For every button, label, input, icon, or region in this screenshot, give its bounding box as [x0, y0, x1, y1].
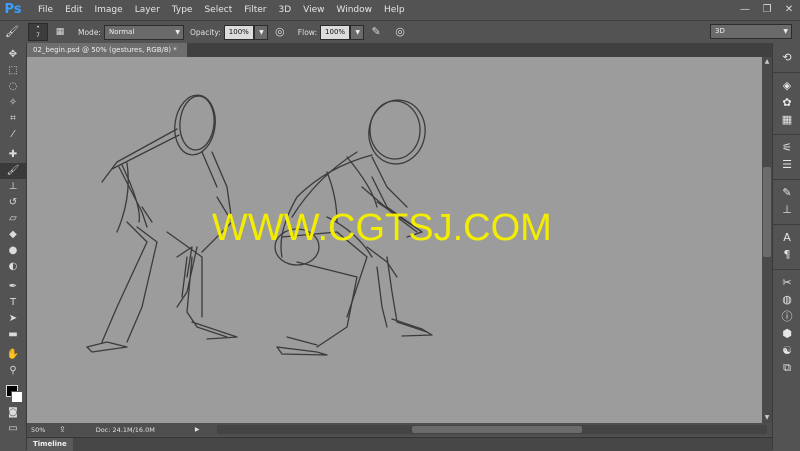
paragraph-icon[interactable]: ¶	[773, 246, 800, 263]
menu-view[interactable]: View	[297, 0, 330, 20]
flow-input[interactable]: 100%	[320, 24, 351, 40]
clone-source-icon[interactable]: ⊥	[773, 201, 800, 218]
document-tab[interactable]: 02_begin.psd @ 50% (gestures, RGB/8) *	[27, 43, 187, 57]
gradient-icon[interactable]: ◆	[0, 227, 26, 243]
airbrush-icon[interactable]: ✎	[368, 24, 384, 40]
eyedropper-icon[interactable]: ⁄	[0, 127, 26, 143]
tool-preset-brush-icon[interactable]: 🖌	[4, 24, 20, 40]
opacity-dropdown[interactable]: ▼	[253, 24, 268, 40]
dodge-icon[interactable]: ◐	[0, 259, 26, 275]
eraser-icon[interactable]: ▱	[0, 211, 26, 227]
character-icon[interactable]: A	[773, 229, 800, 246]
clone-stamp-icon[interactable]: ⊥	[0, 179, 26, 195]
swatches-icon[interactable]: ▦	[773, 111, 800, 128]
hand-icon[interactable]: ✋	[0, 347, 26, 363]
zoom-icon[interactable]: ⚲	[0, 363, 26, 379]
window-controls: — ❐ ✕	[734, 0, 800, 20]
color-swatches[interactable]	[0, 383, 26, 405]
magic-wand-icon[interactable]: ✧	[0, 95, 26, 111]
scroll-down-icon[interactable]: ▼	[762, 413, 772, 423]
brush-icon[interactable]: 🖌	[0, 163, 26, 179]
screen-mode-icon[interactable]: ▭	[0, 421, 26, 437]
adjustments-icon[interactable]: ⚟	[773, 139, 800, 156]
path-select-icon[interactable]: ➤	[0, 311, 26, 327]
minimize-button[interactable]: —	[734, 0, 756, 20]
vertical-scroll-thumb[interactable]	[763, 167, 771, 257]
pressure-opacity-icon[interactable]: ◎	[272, 24, 288, 40]
workspace-select[interactable]: 3D ▼	[710, 24, 792, 39]
layers-icon[interactable]: ◈	[773, 77, 800, 94]
paths-icon[interactable]: ☯	[773, 342, 800, 359]
menu-layer[interactable]: Layer	[129, 0, 166, 20]
3d-icon[interactable]: ⬢	[773, 325, 800, 342]
menu-select[interactable]: Select	[198, 0, 238, 20]
menu-image[interactable]: Image	[89, 0, 129, 20]
brush-size-value: 7	[36, 32, 40, 39]
type-icon[interactable]: T	[0, 295, 26, 311]
blur-icon[interactable]: ●	[0, 243, 26, 259]
channels-icon[interactable]: ◍	[773, 291, 800, 308]
brush-size-picker[interactable]: • 7	[28, 23, 48, 41]
panel-dock: ⟲ ◈ ✿ ▦ ⚟ ☰ ✎ ⊥ A ¶ ✂ ◍ ⓘ ⬢ ☯ ⧉	[772, 43, 800, 450]
flow-label: Flow:	[297, 27, 318, 37]
properties-icon[interactable]: ☰	[773, 156, 800, 173]
menu-3d[interactable]: 3D	[273, 0, 298, 20]
menu-bar: Ps File Edit Image Layer Type Select Fil…	[0, 0, 800, 20]
brush-panel-icon[interactable]: ✎	[773, 184, 800, 201]
mode-value: Normal	[108, 27, 135, 36]
crop-icon[interactable]: ⌗	[0, 111, 26, 127]
lasso-icon[interactable]: ◌	[0, 79, 26, 95]
restore-button[interactable]: ❐	[756, 0, 778, 20]
document-tab-bar: 02_begin.psd @ 50% (gestures, RGB/8) *	[27, 43, 772, 57]
opacity-input[interactable]: 100%	[223, 24, 254, 40]
zoom-level[interactable]: 50%	[31, 426, 57, 434]
photoshop-logo: Ps	[4, 2, 22, 17]
tools-panel: ✥ ⬚ ◌ ✧ ⌗ ⁄ ✚ 🖌 ⊥ ↺ ▱ ◆ ● ◐ ✒ T ➤ ▬ ✋ ⚲ …	[0, 43, 27, 450]
pen-icon[interactable]: ✒	[0, 279, 26, 295]
menu-help[interactable]: Help	[378, 0, 411, 20]
document-size-info: Doc: 24.1M/16.0M	[95, 425, 155, 434]
history-brush-icon[interactable]: ↺	[0, 195, 26, 211]
workspace-value: 3D	[715, 27, 725, 35]
status-bar: 50% ⇪ Doc: 24.1M/16.0M ▶	[27, 423, 772, 436]
menu-file[interactable]: File	[32, 0, 59, 20]
scroll-up-icon[interactable]: ▲	[762, 57, 772, 67]
history-icon[interactable]: ⟲	[773, 49, 800, 66]
tools-panel-icon[interactable]: ✂	[773, 274, 800, 291]
info-icon[interactable]: ⓘ	[773, 308, 800, 325]
chevron-down-icon: ▼	[783, 28, 788, 35]
watermark-text: WWW.CGTSJ.COM	[212, 207, 552, 249]
menu-type[interactable]: Type	[166, 0, 199, 20]
pressure-size-icon[interactable]: ◎	[392, 24, 408, 40]
quick-mask-icon[interactable]: ◙	[0, 405, 26, 421]
move-icon[interactable]: ✥	[0, 47, 26, 63]
menu-edit[interactable]: Edit	[59, 0, 88, 20]
horizontal-scroll-thumb[interactable]	[412, 426, 582, 433]
close-button[interactable]: ✕	[778, 0, 800, 20]
mode-label: Mode:	[78, 27, 101, 37]
styles-icon[interactable]: ⧉	[773, 359, 800, 376]
menu-window[interactable]: Window	[331, 0, 379, 20]
rectangle-icon[interactable]: ▬	[0, 327, 26, 343]
healing-brush-icon[interactable]: ✚	[0, 147, 26, 163]
timeline-tab[interactable]: Timeline	[27, 438, 73, 451]
background-color-swatch[interactable]	[11, 391, 23, 403]
marquee-icon[interactable]: ⬚	[0, 63, 26, 79]
chevron-down-icon: ▼	[355, 28, 361, 36]
timeline-panel: Timeline	[27, 437, 772, 451]
share-icon[interactable]: ⇪	[59, 425, 66, 434]
flow-dropdown[interactable]: ▼	[350, 24, 365, 40]
chevron-down-icon: ▼	[175, 28, 180, 36]
horizontal-scrollbar[interactable]	[217, 425, 767, 434]
options-bar: 🖌 • 7 ▦ Mode: Normal ▼ Opacity: 100% ▼ ◎ F…	[0, 20, 800, 44]
status-menu-arrow-icon[interactable]: ▶	[195, 426, 200, 433]
brush-panel-toggle-icon[interactable]: ▦	[52, 24, 68, 40]
vertical-scrollbar[interactable]: ▲ ▼	[762, 57, 772, 423]
document-canvas[interactable]: WWW.CGTSJ.COM	[27, 57, 762, 423]
color-icon[interactable]: ✿	[773, 94, 800, 111]
mode-select[interactable]: Normal ▼	[103, 24, 184, 40]
menu-filter[interactable]: Filter	[238, 0, 272, 20]
chevron-down-icon: ▼	[259, 28, 264, 36]
opacity-label: Opacity:	[189, 27, 221, 37]
